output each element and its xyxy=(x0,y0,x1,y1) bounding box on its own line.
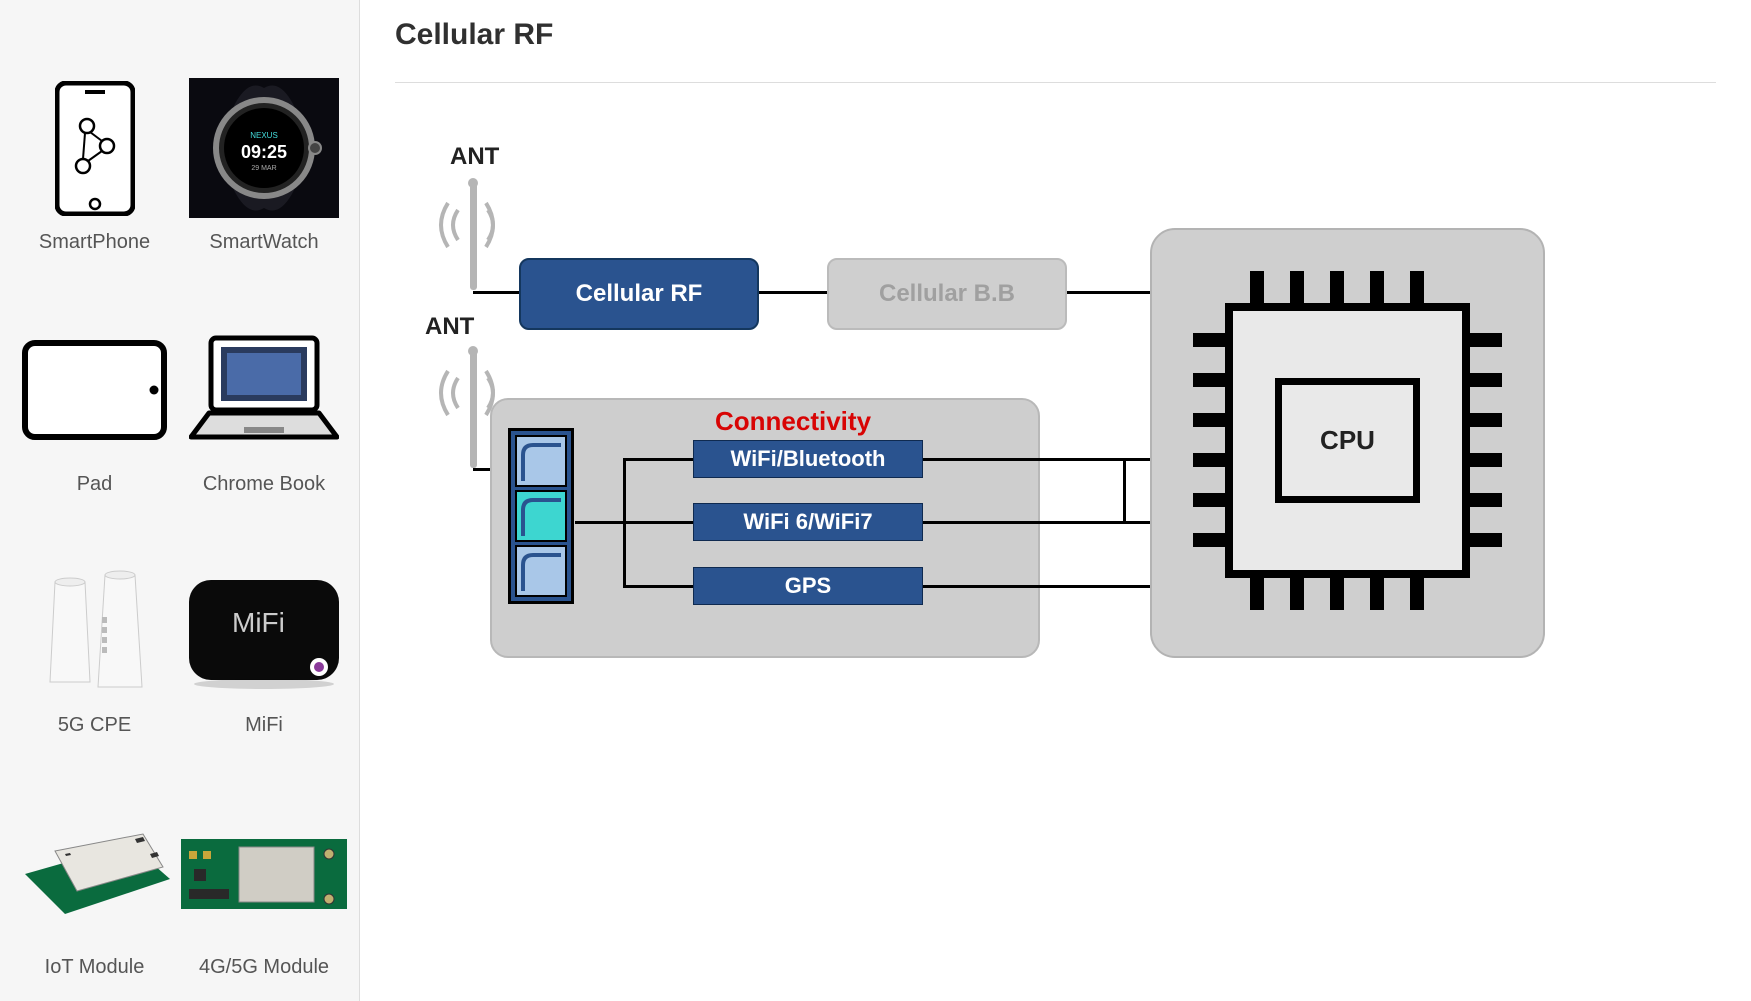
svg-text:09:25: 09:25 xyxy=(241,142,287,162)
block-diagram: ANT Cellular RF Cellular B.B ANT xyxy=(395,143,1716,943)
wire xyxy=(1067,291,1152,294)
wire xyxy=(759,291,829,294)
mifi-icon: MiFi xyxy=(179,559,349,704)
sidebar-item-label: Chrome Book xyxy=(203,473,325,496)
conn-item-label: GPS xyxy=(785,573,831,599)
sidebar-item-iotmodule[interactable]: IoT Module xyxy=(10,747,179,979)
sidebar-item-smartphone[interactable]: SmartPhone xyxy=(10,22,179,254)
conn-item-label: WiFi/Bluetooth xyxy=(731,446,886,472)
wire xyxy=(623,585,695,588)
main-panel: Cellular RF ANT Cellular RF Cellular xyxy=(360,0,1751,1001)
sidebar-item-smartwatch[interactable]: NEXUS 09:25 29 MAR SmartWatch xyxy=(179,22,349,254)
block-label: Cellular RF xyxy=(576,280,703,308)
ant2-label: ANT xyxy=(425,313,474,341)
block-cellular-rf: Cellular RF xyxy=(519,258,759,330)
smartwatch-icon: NEXUS 09:25 29 MAR xyxy=(179,76,349,221)
laptop-icon xyxy=(179,318,349,463)
conn-item-label: WiFi 6/WiFi7 xyxy=(743,509,872,535)
sidebar-item-pad[interactable]: Pad xyxy=(10,264,179,496)
sidebar-item-label: IoT Module xyxy=(45,956,145,979)
wire xyxy=(923,585,1153,588)
conn-item-wifi67: WiFi 6/WiFi7 xyxy=(693,503,923,541)
sidebar-item-label: SmartWatch xyxy=(209,231,318,254)
wire xyxy=(1123,521,1153,524)
block-cellular-bb: Cellular B.B xyxy=(827,258,1067,330)
connectivity-title: Connectivity xyxy=(715,406,871,437)
sidebar-item-5gcpe[interactable]: 5G CPE xyxy=(10,506,179,738)
conn-item-wifi-bt: WiFi/Bluetooth xyxy=(693,440,923,478)
sidebar-item-4g5gmodule[interactable]: 4G/5G Module xyxy=(179,747,349,979)
wire xyxy=(623,458,695,461)
conn-item-gps: GPS xyxy=(693,567,923,605)
antenna-icon xyxy=(430,175,500,295)
sidebar-item-chromebook[interactable]: Chrome Book xyxy=(179,264,349,496)
page-title: Cellular RF xyxy=(395,18,1716,52)
wire xyxy=(1123,458,1126,523)
wire xyxy=(575,521,625,524)
sidebar-item-mifi[interactable]: MiFi MiFi xyxy=(179,506,349,738)
wire xyxy=(923,521,1123,524)
svg-text:29 MAR: 29 MAR xyxy=(251,165,276,172)
block-label: Cellular B.B xyxy=(879,280,1015,308)
sidebar-item-label: SmartPhone xyxy=(39,231,150,254)
filter-stack-icon xyxy=(508,428,574,604)
sidebar-item-label: 5G CPE xyxy=(58,714,131,737)
tablet-icon xyxy=(10,318,179,463)
svg-text:NEXUS: NEXUS xyxy=(250,131,278,140)
4g5g-module-icon xyxy=(179,801,349,946)
smartphone-icon xyxy=(10,76,179,221)
sidebar: SmartPhone NEXUS 09:25 29 MAR SmartWatch xyxy=(0,0,360,1001)
wire xyxy=(623,521,695,524)
sidebar-item-label: Pad xyxy=(77,473,113,496)
wire xyxy=(473,291,523,294)
wire xyxy=(923,458,1153,461)
cpu-label: CPU xyxy=(1320,425,1375,456)
divider xyxy=(395,82,1716,83)
svg-text:MiFi: MiFi xyxy=(232,607,285,638)
cpe-icon xyxy=(10,559,179,704)
sidebar-item-label: MiFi xyxy=(245,714,283,737)
ant1-label: ANT xyxy=(450,143,499,171)
sidebar-item-label: 4G/5G Module xyxy=(199,956,329,979)
cpu-chip-inner: CPU xyxy=(1275,378,1420,503)
iot-module-icon xyxy=(10,801,179,946)
